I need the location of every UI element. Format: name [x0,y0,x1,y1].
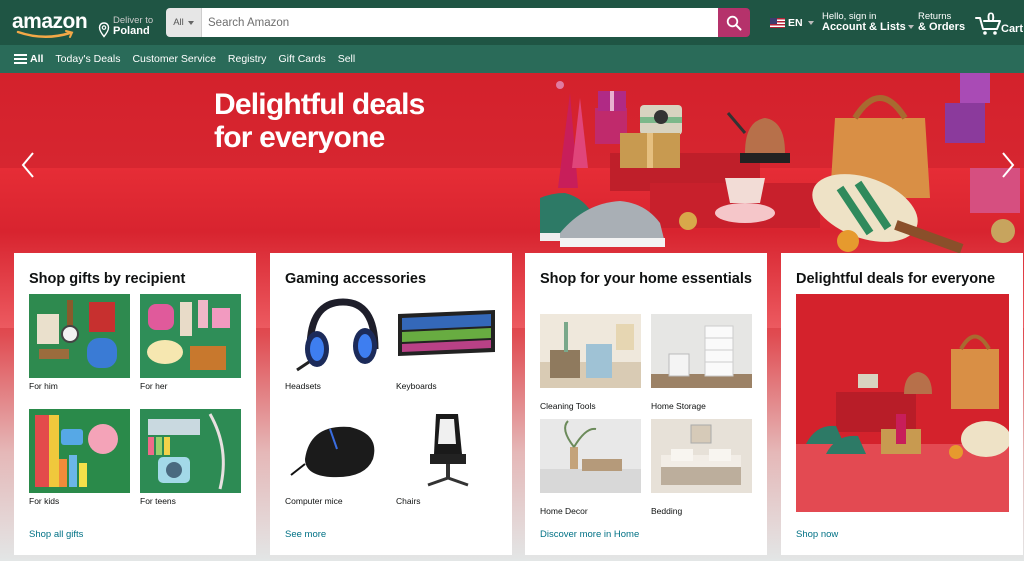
tile-for-teens[interactable]: For teens [140,409,241,506]
deliver-to[interactable]: Deliver to Poland [98,8,153,38]
tile-home-decor[interactable]: Home Decor [540,419,641,516]
tile-label: For teens [140,496,176,506]
tile-label: For her [140,381,168,391]
amazon-logo[interactable]: amazon [12,5,88,41]
tile-keyboards[interactable]: Keyboards [396,294,497,391]
logo-smile-icon [16,29,74,38]
tile-label: Home Storage [651,401,706,411]
tile-label: For him [29,381,58,391]
tile-chairs[interactable]: Chairs [396,409,497,506]
computer-mice-image [285,409,386,493]
for-him-image [29,294,130,378]
nav-link-gift-cards[interactable]: Gift Cards [278,53,325,65]
language-label: EN [788,17,803,29]
caret-down-icon [907,25,914,30]
cart-count: 0 [987,9,995,25]
hero-products-image [540,73,1020,253]
tile-headsets[interactable]: Headsets [285,294,386,391]
orders-label: & Orders [918,20,966,33]
tile-label: Chairs [396,496,421,506]
nav-link-registry[interactable]: Registry [228,53,267,65]
search-bar: All [166,8,750,37]
chairs-image [396,409,497,493]
deals-banner-tile[interactable] [796,294,1011,517]
cleaning-tools-image [540,314,641,398]
tile-label: Headsets [285,381,321,391]
for-teens-image [140,409,241,493]
card-home-essentials: Shop for your home essentials Cleaning T… [525,253,767,555]
caret-down-icon [807,21,814,25]
cart-label: Cart [1001,23,1024,35]
tile-bedding[interactable]: Bedding [651,419,752,516]
search-button[interactable] [718,8,750,37]
search-input[interactable] [202,8,718,37]
sub-navbar: All Today's Deals Customer Service Regis… [0,45,1024,73]
hero-prev-arrow-icon[interactable] [20,151,36,179]
shop-now-link[interactable]: Shop now [796,529,838,540]
card-title: Delightful deals for everyone [796,271,996,287]
search-category-label: All [173,17,184,28]
delightful-deals-image [796,294,1011,512]
location-pin-icon [98,21,110,38]
tile-for-kids[interactable]: For kids [29,409,130,506]
tile-label: Home Decor [540,506,588,516]
discover-more-home-link[interactable]: Discover more in Home [540,529,639,540]
caret-down-icon [187,20,194,25]
home-storage-image [651,314,752,398]
account-label: Account & Lists [822,20,906,33]
nav-link-todays-deals[interactable]: Today's Deals [55,53,120,65]
tile-label: Keyboards [396,381,437,391]
hero-title-line1: Delightful deals [214,88,425,121]
all-menu-label: All [30,53,44,65]
nav-link-sell[interactable]: Sell [338,53,356,65]
home-decor-image [540,419,641,503]
deliver-location: Poland [113,24,150,37]
tile-for-him[interactable]: For him [29,294,130,391]
keyboards-image [396,294,497,378]
all-menu-button[interactable]: All [14,53,43,65]
hero-title: Delightful deals for everyone [214,88,425,154]
card-title: Gaming accessories [285,271,427,287]
headsets-image [285,294,386,378]
shop-all-gifts-link[interactable]: Shop all gifts [29,529,83,540]
tile-label: Bedding [651,506,683,516]
hamburger-icon [14,54,27,64]
tile-label: Cleaning Tools [540,401,596,411]
tile-computer-mice[interactable]: Computer mice [285,409,386,506]
hero-title-line2: for everyone [214,121,385,154]
card-title: Shop for your home essentials [540,271,752,287]
hero-next-arrow-icon[interactable] [1000,151,1016,179]
card-gaming-accessories: Gaming accessories Headsets Keyboards Co… [270,253,512,555]
for-kids-image [29,409,130,493]
tile-cleaning-tools[interactable]: Cleaning Tools [540,314,641,411]
for-her-image [140,294,241,378]
us-flag-icon [770,18,785,28]
bedding-image [651,419,752,503]
tile-label: Computer mice [285,496,343,506]
tile-label: For kids [29,496,60,506]
search-icon [726,15,742,30]
nav-link-customer-service[interactable]: Customer Service [132,53,215,65]
card-gifts-by-recipient: Shop gifts by recipient For him For her … [14,253,256,555]
card-delightful-deals: Delightful deals for everyone Shop now [781,253,1023,555]
tile-for-her[interactable]: For her [140,294,241,391]
language-selector[interactable]: EN [770,17,814,29]
search-category-dropdown[interactable]: All [166,8,202,37]
returns-orders[interactable]: Returns & Orders [918,12,965,34]
cart-button[interactable]: 0 Cart [972,9,1024,37]
tile-home-storage[interactable]: Home Storage [651,314,752,411]
card-title: Shop gifts by recipient [29,271,186,287]
top-navbar: amazon Deliver to Poland All E [0,0,1024,45]
see-more-link[interactable]: See more [285,529,326,540]
account-lists[interactable]: Hello, sign in Account & Lists [822,12,914,34]
